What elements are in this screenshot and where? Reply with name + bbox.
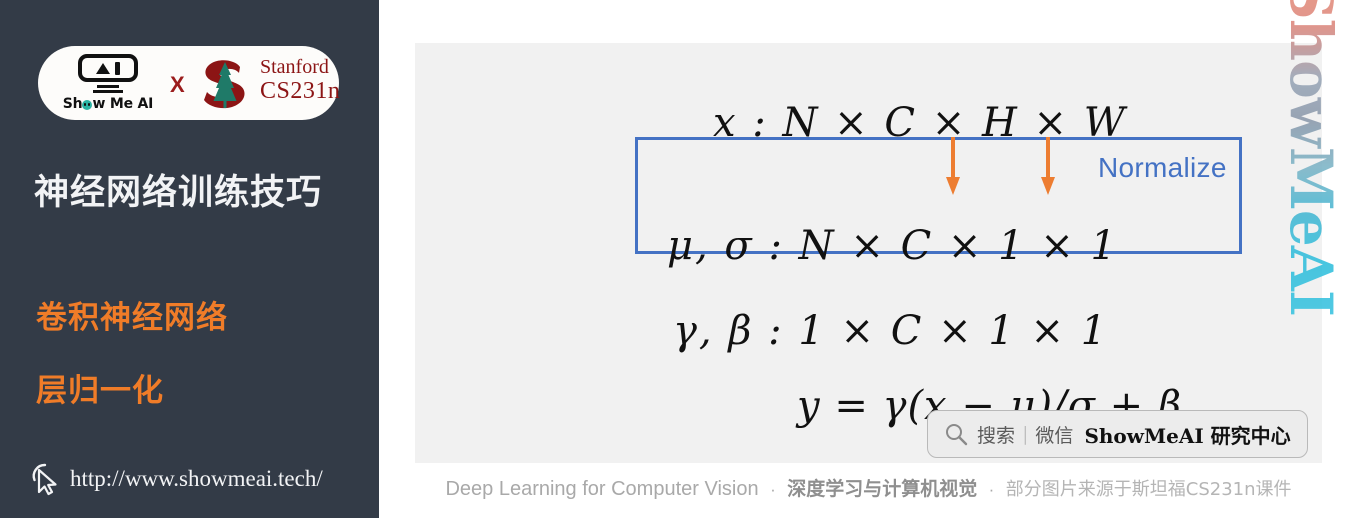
footer-english: Deep Learning for Computer Vision [445, 478, 759, 500]
down-arrow-icon [1041, 137, 1055, 195]
ai-monitor-icon [78, 54, 138, 83]
normalize-label: Normalize [1098, 152, 1227, 183]
stanford-tree-s-icon [204, 60, 245, 109]
content-panel: x : N × C × H × W Normalize μ, σ : N × C… [415, 43, 1322, 463]
channel-label: 微信 [1035, 424, 1074, 447]
search-bar-text: 搜索 | 微信 ShowMeAI 研究中心 [977, 420, 1291, 449]
footer-chinese-title: 深度学习与计算机视觉 [787, 478, 978, 500]
magnifier-icon [946, 424, 968, 446]
stanford-line-2: CS231n [260, 78, 341, 105]
sidebar-subtitle-topic: 卷积神经网络 [36, 300, 228, 336]
showmeai-wordmark: Sh w Me AI [62, 95, 154, 112]
sidebar: Sh w Me AI X Stanford CS231n 神经网络训练技巧 卷积神… [0, 0, 379, 518]
logo-separator: X [170, 72, 185, 97]
page-title: 神经网络训练技巧 [34, 173, 323, 213]
pointer-cursor-icon [32, 463, 57, 496]
slide-root: Sh w Me AI X Stanford CS231n 神经网络训练技巧 卷积神… [0, 0, 1361, 518]
stanford-course-label: Stanford CS231n [260, 56, 340, 105]
site-url-row[interactable]: http://www.showmeai.tech/ [30, 462, 323, 496]
bar-glyph [115, 61, 120, 75]
search-label: 搜索 [977, 424, 1016, 447]
footer: Deep Learning for Computer Vision · 深度学习… [415, 474, 1322, 501]
site-url-text: http://www.showmeai.tech/ [70, 466, 323, 491]
caret-glyph [96, 62, 110, 74]
showmeai-logo: Sh w Me AI [60, 54, 156, 112]
logo-badge: Sh w Me AI X Stanford CS231n [38, 46, 340, 120]
sidebar-subtitle-section: 层归一化 [36, 373, 164, 409]
monitor-neck [97, 85, 119, 89]
stanford-line-1: Stanford [260, 56, 329, 78]
search-divider: | [1022, 423, 1029, 445]
wechat-search-bar[interactable]: 搜索 | 微信 ShowMeAI 研究中心 [927, 410, 1308, 458]
down-arrow-icon [946, 137, 960, 195]
footer-source-note: 部分图片来源于斯坦福CS231n课件 [1005, 479, 1292, 500]
equation-gamma-beta-shape: γ, β : 1 × C × 1 × 1 [673, 308, 1109, 354]
footer-dot-1: · [770, 480, 776, 499]
brand-label: ShowMeAI 研究中心 [1084, 423, 1291, 448]
equation-mean-std-shape: μ, σ : N × C × 1 × 1 [667, 223, 1118, 269]
footer-dot-2: · [988, 480, 995, 499]
monitor-base [93, 90, 123, 93]
eye-dot-icon [82, 99, 93, 110]
